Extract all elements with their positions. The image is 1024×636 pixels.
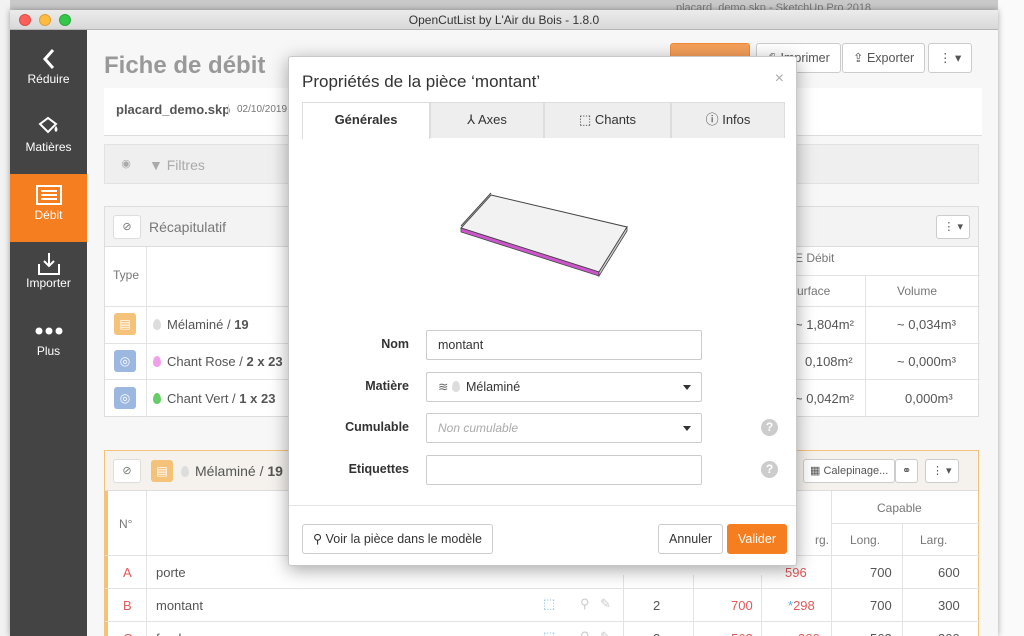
col-type: Type	[113, 268, 140, 282]
group-title: Mélaminé / 19	[181, 463, 283, 479]
material-row: Matière ≋ Mélaminé	[289, 372, 798, 402]
name-label: Nom	[381, 337, 409, 351]
info-icon: ⓘ	[705, 112, 723, 127]
col-capable: Capable	[877, 501, 922, 515]
eye-slash-icon[interactable]: ⊘	[113, 459, 141, 483]
pencil-icon[interactable]: ✎	[600, 629, 611, 636]
edge-swatch-icon: ◎	[114, 387, 136, 409]
sidebar: Réduire Matières Débit Importer Plus	[10, 30, 87, 636]
material-swatch-icon: ▤	[151, 460, 173, 482]
more-options-button[interactable]: ⋮ ▾	[928, 43, 972, 73]
file-date: 02/10/2019	[228, 104, 287, 115]
filter-icon: ▼	[149, 157, 167, 173]
material-drop-icon	[153, 356, 161, 367]
dialog-tabs: Générales ⅄ Axes ⬚ Chants ⓘ Infos	[302, 102, 785, 139]
sidebar-item-label: Matières	[25, 140, 72, 154]
part-3d-preview	[460, 192, 628, 278]
material-drop-icon	[181, 466, 189, 477]
frame-icon[interactable]: ⬚	[543, 596, 555, 612]
material-drop-icon	[153, 393, 161, 404]
chevron-down-icon	[683, 385, 691, 390]
window-title: OpenCutList by L'Air du Bois - 1.8.0	[408, 13, 600, 27]
list-icon	[10, 174, 87, 205]
paint-bucket-icon	[10, 106, 87, 136]
search-icon[interactable]: ⚲	[580, 629, 590, 636]
eye-slash-icon[interactable]: ⊘	[113, 215, 141, 239]
eye-icon[interactable]: ◉	[115, 154, 137, 174]
col-debit-group: E Débit	[795, 251, 835, 265]
help-icon[interactable]: ?	[761, 419, 778, 436]
filters-button[interactable]: ▼ Filtres	[149, 157, 205, 173]
chevron-down-icon	[683, 426, 691, 431]
dialog-title: Propriétés de la pièce ‘montant’	[302, 72, 541, 91]
col-surface: urface	[797, 284, 831, 298]
sidebar-item-label: Réduire	[27, 72, 70, 86]
sidebar-item-label: Plus	[36, 344, 61, 358]
desktop-left-strip	[0, 0, 10, 636]
labels-label: Etiquettes	[348, 462, 409, 476]
pencil-icon[interactable]: ✎	[600, 596, 611, 612]
sidebar-item-label: Importer	[26, 276, 71, 290]
name-row: Nom montant	[289, 330, 798, 360]
search-icon[interactable]: ⚲	[580, 596, 590, 612]
view-in-model-button[interactable]: ⚲ Voir la pièce dans le modèle	[302, 524, 493, 554]
close-icon[interactable]: ×	[775, 70, 784, 88]
edge-swatch-icon: ◎	[114, 350, 136, 372]
sidebar-item-importer[interactable]: Importer	[10, 242, 87, 310]
tab-chants[interactable]: ⬚ Chants	[544, 102, 671, 138]
tab-generales[interactable]: Générales	[302, 102, 430, 139]
sidebar-item-label: Débit	[34, 208, 63, 222]
help-icon[interactable]: ?	[761, 461, 778, 478]
labels-row: Etiquettes ?	[289, 455, 798, 485]
sidebar-item-reduire[interactable]: Réduire	[10, 38, 87, 106]
axes-icon: ⅄	[467, 112, 478, 127]
page-title: Fiche de débit	[104, 52, 266, 79]
cumulable-select[interactable]: Non cumulable	[426, 413, 702, 443]
more-dots-icon	[10, 310, 87, 340]
import-icon	[10, 242, 87, 275]
labels-input[interactable]	[426, 455, 702, 485]
col-no: N°	[119, 517, 133, 531]
search-icon: ⚲	[313, 532, 326, 546]
col-long: Long.	[850, 533, 881, 547]
summary-title: Récapitulatif	[149, 219, 227, 235]
dialog-footer: ⚲ Voir la pièce dans le modèle Annuler V…	[289, 505, 796, 565]
edge-link-button[interactable]: ⚭	[895, 459, 919, 483]
material-select[interactable]: ≋ Mélaminé	[426, 372, 702, 402]
export-icon: ⇪	[853, 51, 867, 65]
grid-icon: ▦	[810, 465, 824, 477]
cumulable-row: Cumulable Non cumulable ?	[289, 413, 798, 443]
sidebar-item-plus[interactable]: Plus	[10, 310, 87, 378]
chevron-left-icon	[10, 38, 87, 69]
material-label: Matière	[365, 379, 409, 393]
title-bar: OpenCutList by L'Air du Bois - 1.8.0	[10, 10, 998, 30]
material-drop-icon	[451, 381, 460, 392]
desktop-right-strip	[998, 0, 1024, 636]
group-options-button[interactable]: ⋮ ▾	[925, 459, 959, 483]
summary-options-button[interactable]: ⋮ ▾	[936, 215, 970, 239]
tab-axes[interactable]: ⅄ Axes	[430, 102, 544, 138]
validate-button[interactable]: Valider	[727, 524, 787, 554]
col-larg-cut: rg.	[815, 533, 830, 547]
material-drop-icon	[153, 319, 161, 330]
cumulable-label: Cumulable	[345, 420, 409, 434]
frame-icon[interactable]: ⬚	[543, 629, 555, 636]
export-button[interactable]: ⇪ Exporter	[842, 43, 926, 73]
sidebar-item-debit[interactable]: Débit	[10, 174, 87, 242]
layers-icon: ≋	[438, 380, 452, 394]
material-swatch-icon: ▤	[114, 313, 136, 335]
file-name: placard_demo.skp	[116, 102, 231, 117]
col-larg: Larg.	[920, 533, 948, 547]
sidebar-item-matieres[interactable]: Matières	[10, 106, 87, 174]
cancel-button[interactable]: Annuler	[658, 524, 724, 554]
calepinage-button[interactable]: ▦ Calepinage...	[803, 459, 896, 483]
tab-infos[interactable]: ⓘ Infos	[671, 102, 785, 138]
col-volume: Volume	[897, 284, 938, 298]
name-input[interactable]: montant	[426, 330, 702, 360]
edges-icon: ⬚	[578, 112, 595, 127]
part-properties-dialog: Propriétés de la pièce ‘montant’ × Génér…	[288, 56, 797, 566]
